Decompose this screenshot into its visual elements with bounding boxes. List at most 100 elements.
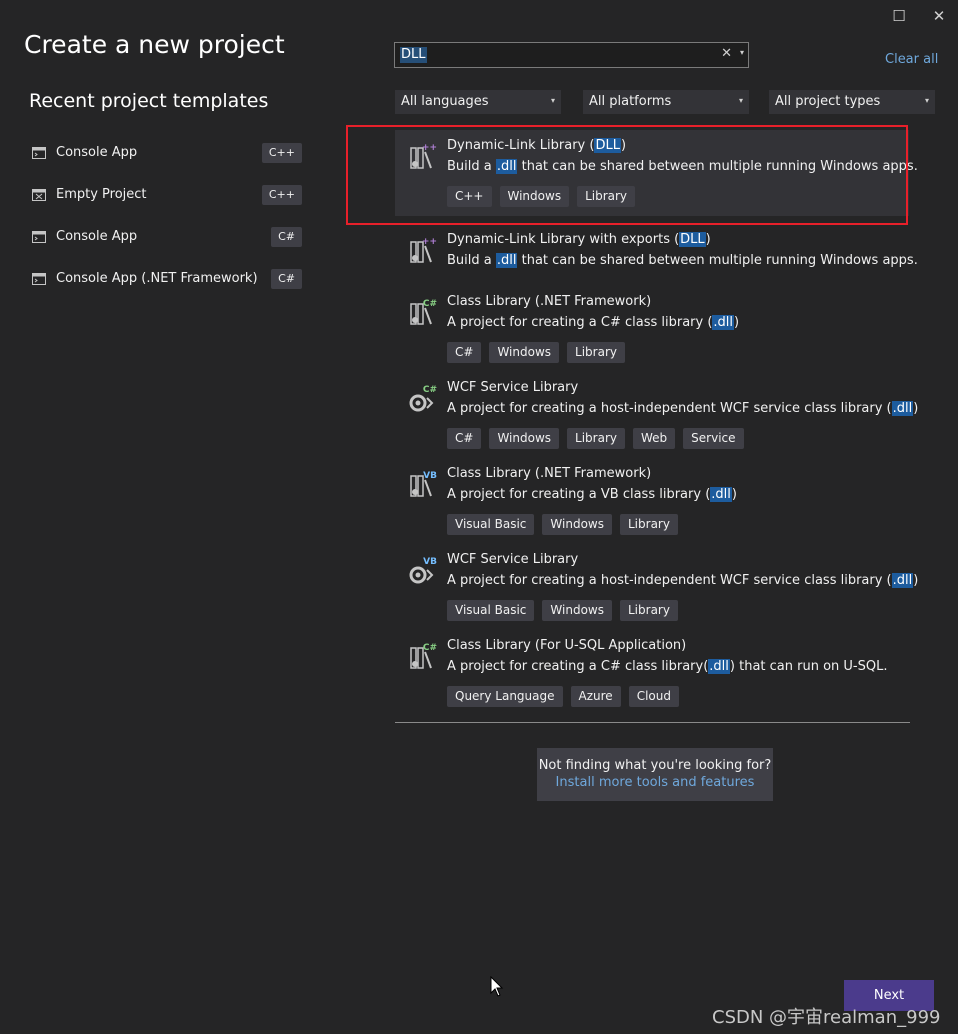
clear-all-link[interactable]: Clear all: [885, 52, 938, 67]
recent-item-language-badge: C#: [271, 227, 302, 247]
chevron-down-icon: ▾: [738, 96, 743, 105]
project-type-filter-value: All project types: [775, 94, 881, 109]
recent-item[interactable]: Empty Project C++: [30, 183, 302, 209]
recent-item-language-badge: C++: [261, 185, 302, 205]
template-description-text: A project for creating a host-independen…: [447, 573, 892, 588]
template-description-text: A project for creating a host-independen…: [447, 401, 892, 416]
template-name-text: WCF Service Library: [447, 552, 579, 567]
svg-text:C#: C#: [423, 299, 437, 309]
template-tag: Web: [632, 428, 676, 449]
maximize-button[interactable]: ☐: [889, 6, 909, 26]
template-item[interactable]: C# WCF Service Library A project for creat…: [395, 372, 918, 452]
search-match-highlight: .dll: [710, 487, 732, 502]
search-input[interactable]: [395, 43, 711, 67]
template-tag: Library: [567, 342, 625, 363]
not-finding-text: Not finding what you're looking for?: [538, 758, 772, 773]
template-name-text: WCF Service Library: [447, 380, 579, 395]
template-description: Build a .dll that can be shared between …: [447, 253, 918, 268]
install-more-tools-link[interactable]: Install more tools and features: [537, 775, 773, 790]
recent-item-label: Console App: [56, 145, 138, 160]
divider: [395, 722, 910, 723]
template-item[interactable]: C# Class Library (.NET Framework) A projec…: [395, 286, 909, 366]
watermark: CSDN @宇宙realman_999: [712, 1007, 941, 1028]
template-name: WCF Service Library: [447, 380, 578, 395]
class-library-vb-icon: VB: [410, 471, 437, 497]
search-box[interactable]: DLL ✕ ▾: [394, 42, 749, 68]
template-tag: Library: [620, 600, 678, 621]
template-description: A project for creating a VB class librar…: [447, 487, 737, 502]
template-tag: Library: [567, 428, 625, 449]
search-match-highlight: .dll: [891, 401, 914, 416]
chevron-down-icon: ▾: [924, 96, 929, 105]
recent-item-language-badge: C#: [271, 269, 302, 289]
template-name-text: Class Library (.NET Framework): [447, 466, 652, 481]
empty-project-icon: [32, 189, 46, 201]
template-description-text: ): [913, 573, 919, 588]
template-description: A project for creating a host-independen…: [447, 573, 918, 588]
template-item[interactable]: ++ Dynamic-Link Library with exports (DLL…: [395, 224, 918, 268]
template-description-text: A project for creating a C# class librar…: [447, 659, 709, 674]
template-name-text: Dynamic-Link Library with exports (: [447, 232, 680, 247]
svg-text:++: ++: [422, 237, 437, 247]
wcf-service-csharp-icon: C#: [409, 385, 437, 412]
platform-filter[interactable]: All platforms ▾: [583, 90, 749, 114]
template-description-text: ): [734, 315, 740, 330]
svg-text:VB: VB: [423, 557, 437, 567]
template-tags: Visual Basic Windows Library: [447, 514, 678, 535]
recent-item-label: Empty Project: [56, 187, 147, 202]
template-name: Class Library (.NET Framework): [447, 294, 651, 309]
wcf-service-vb-icon: VB: [409, 557, 437, 584]
class-library-csharp-icon: C#: [410, 299, 437, 325]
template-tag: Windows: [489, 342, 560, 363]
template-description-text: ): [731, 487, 737, 502]
template-item[interactable]: C# Class Library (For U-SQL Application) A…: [395, 630, 909, 710]
search-match-highlight: .dll: [708, 659, 730, 674]
search-selected-text: DLL: [400, 47, 427, 63]
language-filter[interactable]: All languages ▾: [395, 90, 561, 114]
search-match-highlight: .dll: [712, 315, 735, 330]
recent-item[interactable]: Console App C++: [30, 141, 302, 167]
recent-item[interactable]: Console App (.NET Framework) C#: [30, 267, 302, 293]
template-tags: Query Language Azure Cloud: [447, 686, 679, 707]
template-tags: C# Windows Library Web Service: [447, 428, 744, 449]
template-tag: Visual Basic: [447, 514, 535, 535]
recent-item-label: Console App: [56, 229, 138, 244]
recent-item[interactable]: Console App C#: [30, 225, 302, 251]
svg-text:VB: VB: [423, 471, 437, 481]
template-description-text: ) that can run on U-SQL.: [729, 659, 888, 674]
template-tag: Library: [620, 514, 678, 535]
template-name-text: ): [705, 232, 711, 247]
template-description-text: Build a: [447, 253, 496, 268]
recent-templates-heading: Recent project templates: [29, 90, 269, 112]
dll-cpp-exports-icon: ++: [410, 237, 437, 263]
svg-text:C#: C#: [423, 385, 437, 395]
template-tag: Azure: [570, 686, 621, 707]
template-tag: Visual Basic: [447, 600, 535, 621]
template-description: A project for creating a C# class librar…: [447, 659, 887, 674]
template-description-text: that can be shared between multiple runn…: [517, 253, 918, 268]
template-tag: Windows: [542, 600, 612, 621]
highlight-annotation-box: [346, 125, 908, 225]
page-title: Create a new project: [24, 30, 285, 59]
template-name-text: Class Library (.NET Framework): [447, 294, 652, 309]
project-type-filter[interactable]: All project types ▾: [769, 90, 935, 114]
template-tag: Windows: [542, 514, 612, 535]
clear-search-icon[interactable]: ✕: [721, 46, 732, 61]
template-item[interactable]: VB Class Library (.NET Framework) A projec…: [395, 458, 909, 538]
search-history-dropdown-icon[interactable]: ▾: [740, 48, 744, 57]
template-description: A project for creating a host-independen…: [447, 401, 918, 416]
template-item[interactable]: VB WCF Service Library A project for creat…: [395, 544, 918, 624]
console-app-icon: [32, 147, 46, 159]
template-name: WCF Service Library: [447, 552, 578, 567]
class-library-usql-icon: C#: [410, 643, 437, 669]
template-description-text: A project for creating a C# class librar…: [447, 315, 713, 330]
console-app-icon: [32, 273, 46, 285]
template-description-text: ): [913, 401, 919, 416]
recent-item-label: Console App (.NET Framework): [56, 271, 258, 286]
language-filter-value: All languages: [401, 94, 489, 109]
platform-filter-value: All platforms: [589, 94, 672, 109]
close-button[interactable]: ✕: [929, 6, 949, 26]
not-finding-panel: Not finding what you're looking for? Ins…: [537, 748, 773, 801]
search-match-highlight: .dll: [891, 573, 914, 588]
template-tag: Service: [683, 428, 744, 449]
